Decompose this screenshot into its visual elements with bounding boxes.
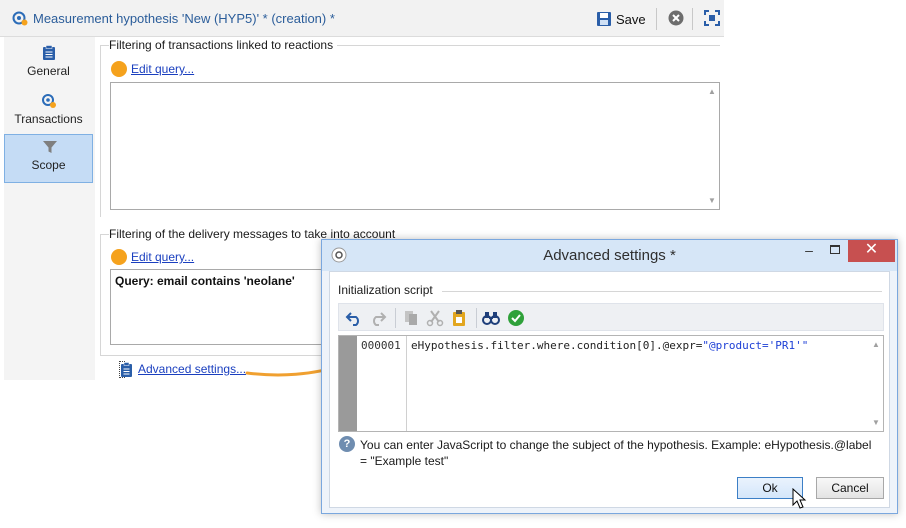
window-title: Measurement hypothesis 'New (HYP5)' * (c…	[33, 11, 335, 26]
code-expression: eHypothesis.filter.where.condition[0].@e…	[411, 339, 703, 352]
sidebar-item-label: Scope	[31, 158, 66, 172]
mouse-cursor-icon	[792, 488, 807, 509]
floppy-disk-icon	[597, 12, 611, 26]
cut-icon[interactable]	[426, 309, 444, 327]
scroll-down-icon[interactable]: ▼	[708, 196, 716, 205]
paste-icon[interactable]	[450, 309, 468, 327]
settings-document-icon	[121, 362, 132, 377]
transactions-query-box[interactable]: ▲ ▼	[110, 82, 720, 210]
toolbar-separator	[476, 308, 477, 328]
redo-icon[interactable]	[369, 309, 387, 327]
scrollbar[interactable]: ▲ ▼	[705, 83, 719, 209]
maximize-icon[interactable]	[822, 240, 848, 262]
scroll-up-icon[interactable]: ▲	[872, 340, 880, 349]
copy-icon[interactable]	[402, 309, 420, 327]
validate-icon[interactable]	[507, 309, 525, 327]
delivery-query-box[interactable]: Query: email contains 'neolane'	[110, 269, 330, 345]
sidebar: General Transactions Scope	[4, 37, 95, 380]
toolbar-separator	[692, 8, 693, 30]
code-string: "@product='PR1'"	[702, 339, 809, 352]
funnel-icon	[43, 141, 57, 153]
close-icon[interactable]: ✕	[848, 240, 895, 262]
editor-gutter	[339, 336, 357, 431]
sidebar-item-label: Transactions	[14, 112, 83, 126]
edit-query-link[interactable]: Edit query...	[131, 250, 194, 264]
advanced-settings-label[interactable]: Advanced settings...	[138, 362, 246, 376]
hypothesis-icon	[12, 11, 28, 26]
editor-toolbar	[338, 303, 884, 331]
init-script-title: Initialization script	[338, 283, 433, 297]
sidebar-item-general[interactable]: General	[4, 41, 93, 89]
scroll-down-icon[interactable]: ▼	[872, 418, 880, 427]
query-summary: Query: email contains 'neolane'	[115, 274, 295, 288]
dialog-title-bar[interactable]: Advanced settings * – ✕	[322, 240, 897, 271]
title-bar: Measurement hypothesis 'New (HYP5)' * (c…	[0, 0, 724, 37]
toolbar-separator	[395, 308, 396, 328]
advanced-settings-dialog: Advanced settings * – ✕ Initialization s…	[321, 239, 898, 514]
find-icon[interactable]	[482, 309, 500, 327]
toolbar-separator	[656, 8, 657, 30]
advanced-settings-link[interactable]: Advanced settings...	[119, 361, 246, 378]
save-button[interactable]: Save	[596, 8, 646, 30]
undo-icon[interactable]	[345, 309, 363, 327]
script-editor[interactable]: 000001 eHypothesis.filter.where.conditio…	[338, 335, 884, 432]
divider	[406, 336, 407, 431]
save-label: Save	[616, 11, 646, 27]
code-line[interactable]: eHypothesis.filter.where.condition[0].@e…	[411, 339, 808, 352]
close-circle-icon[interactable]	[668, 10, 684, 26]
help-text: You can enter JavaScript to change the s…	[360, 438, 872, 468]
divider	[442, 291, 882, 292]
query-status-icon	[111, 249, 127, 265]
sidebar-item-transactions[interactable]: Transactions	[4, 89, 93, 137]
scroll-up-icon[interactable]: ▲	[708, 87, 716, 96]
query-status-icon	[111, 61, 127, 77]
cancel-button[interactable]: Cancel	[816, 477, 884, 499]
help-icon: ?	[339, 436, 355, 452]
minimize-icon[interactable]: –	[796, 240, 822, 262]
dialog-body: Initialization script 000001 eHypothesis…	[329, 271, 890, 508]
transactions-icon	[42, 94, 56, 108]
transactions-filter-title: Filtering of transactions linked to reac…	[109, 38, 338, 52]
sidebar-item-label: General	[27, 64, 70, 78]
maximize-icon[interactable]	[704, 10, 720, 26]
clipboard-icon	[43, 45, 55, 60]
line-number: 000001	[361, 339, 401, 352]
sidebar-item-scope[interactable]: Scope	[4, 134, 93, 183]
scrollbar[interactable]: ▲ ▼	[869, 336, 883, 431]
edit-query-link[interactable]: Edit query...	[131, 62, 194, 76]
